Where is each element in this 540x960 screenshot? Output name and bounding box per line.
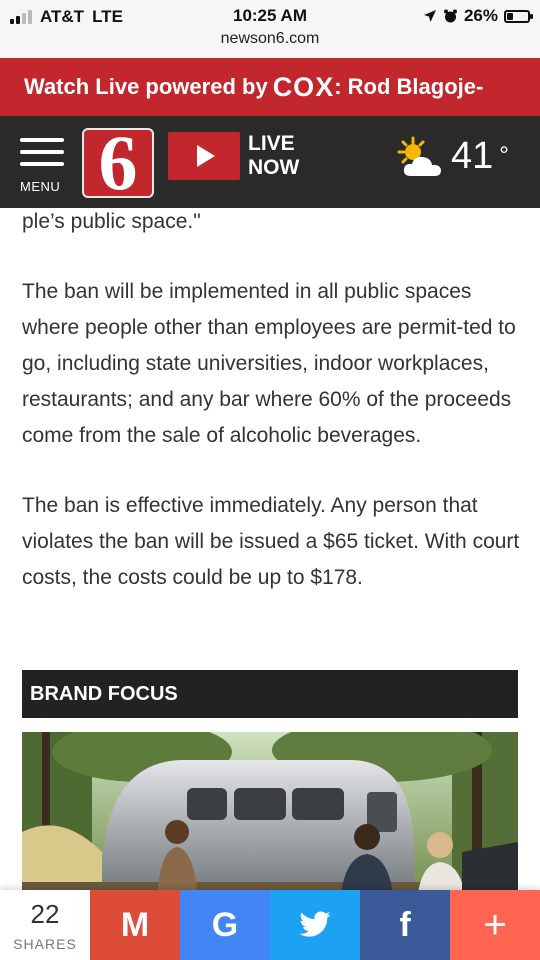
gmail-icon: M [120, 905, 150, 944]
temperature-value: 41 [451, 135, 494, 177]
facebook-icon: f [399, 905, 411, 944]
camping-airstream-photo [22, 732, 518, 902]
google-icon: G [211, 905, 239, 944]
alarm-icon [443, 9, 457, 22]
twitter-bird-icon [299, 911, 331, 937]
menu-label: MENU [20, 179, 61, 194]
share-count-label: SHARES [13, 936, 77, 952]
live-banner-headline: : Rod Blagoje- [334, 74, 484, 99]
brand-focus-image[interactable] [22, 732, 518, 902]
watch-live-banner[interactable]: Watch Live powered by COX : Rod Blagoje- [0, 58, 540, 116]
share-more-button[interactable]: + [450, 890, 540, 960]
temperature: 41 ° [451, 136, 509, 176]
share-gmail-button[interactable]: M [90, 890, 180, 960]
address-bar-url[interactable]: newson6.com [0, 30, 540, 48]
battery-icon [504, 9, 533, 23]
hamburger-icon [20, 138, 64, 166]
share-facebook-button[interactable]: f [360, 890, 450, 960]
weather-widget[interactable]: 41 ° [395, 136, 509, 180]
site-header: MENU 6 LIVE NOW 41 ° [0, 116, 540, 208]
logo-numeral: 6 [98, 128, 138, 198]
live-label-line2: NOW [248, 156, 300, 179]
degree-symbol: ° [499, 142, 509, 169]
live-banner-prefix: Watch Live powered by [24, 74, 268, 99]
share-count-number: 22 [30, 899, 60, 929]
article-body: ple’s public space." The ban will be imp… [22, 204, 522, 630]
news-on-6-logo[interactable]: 6 [82, 128, 154, 198]
plus-icon: + [483, 902, 507, 947]
live-label-line1: LIVE [248, 132, 295, 155]
location-arrow-icon [423, 10, 436, 22]
article-paragraph: ple’s public space." [22, 210, 201, 233]
battery-percent: 26% [463, 6, 498, 25]
share-count: 22 SHARES [0, 890, 90, 960]
brand-focus-header: BRAND FOCUS [22, 670, 518, 718]
partly-cloudy-icon [397, 136, 441, 176]
live-now-button[interactable]: LIVE NOW [168, 132, 299, 180]
play-icon [168, 132, 240, 180]
article-paragraph: The ban is effective immediately. Any pe… [22, 494, 520, 589]
live-now-label: LIVE NOW [248, 132, 299, 180]
article-paragraph: The ban will be implemented in all publi… [22, 280, 516, 447]
status-icons: 26% [423, 6, 533, 26]
menu-button[interactable]: MENU [20, 138, 76, 194]
share-google-button[interactable]: G [180, 890, 270, 960]
cox-logo: COX [272, 71, 335, 102]
social-share-bar: 22 SHARES M G f + [0, 890, 540, 960]
status-bar: AT&T LTE 10:25 AM newson6.com 26% [0, 0, 540, 58]
share-twitter-button[interactable] [270, 890, 360, 960]
